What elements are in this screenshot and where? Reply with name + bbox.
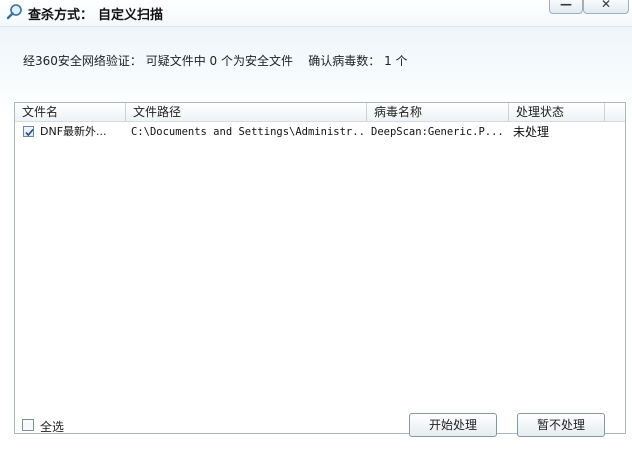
start-process-button[interactable]: 开始处理 <box>409 413 497 437</box>
row-status: 未处理 <box>513 125 550 139</box>
summary-prefix: 经360安全网络验证： <box>23 54 142 68</box>
dialog-body: 经360安全网络验证： 可疑文件中 0 个为安全文件 确认病毒数： 1 个 文件… <box>0 27 632 449</box>
checkmark-icon <box>25 128 34 137</box>
column-header-virus[interactable]: 病毒名称 <box>367 103 509 121</box>
verification-summary: 经360安全网络验证： 可疑文件中 0 个为安全文件 确认病毒数： 1 个 <box>23 52 408 69</box>
column-header-path[interactable]: 文件路径 <box>126 103 367 121</box>
scan-mode-value: 自定义扫描 <box>98 8 164 23</box>
row-checkbox[interactable] <box>23 126 34 137</box>
summary-confirmed: 确认病毒数： 1 个 <box>308 54 408 68</box>
minimize-button[interactable]: — <box>549 0 583 14</box>
column-header-filename[interactable]: 文件名 <box>15 103 126 121</box>
close-button[interactable]: ✕ <box>583 0 629 14</box>
skip-process-button[interactable]: 暂不处理 <box>517 413 605 437</box>
search-icon <box>6 3 24 21</box>
summary-suspect: 可疑文件中 0 个为安全文件 <box>145 54 293 68</box>
row-filename: DNF最新外... <box>40 125 107 138</box>
table-row[interactable]: DNF最新外... C:\Documents and Settings\Admi… <box>15 123 625 141</box>
results-table: 文件名 文件路径 病毒名称 处理状态 DNF最新外... C:\Document… <box>14 102 626 434</box>
title-bar: 查杀方式： 自定义扫描 — ✕ <box>0 0 632 27</box>
row-virus-name: DeepScan:Generic.P... <box>371 126 504 138</box>
table-header: 文件名 文件路径 病毒名称 处理状态 <box>15 103 625 122</box>
select-all-label[interactable]: 全选 <box>40 418 64 435</box>
scan-mode-label: 查杀方式： <box>28 8 94 23</box>
row-path: C:\Documents and Settings\Administr... <box>131 126 363 138</box>
select-all-checkbox[interactable] <box>22 419 34 431</box>
column-header-status[interactable]: 处理状态 <box>509 103 605 121</box>
